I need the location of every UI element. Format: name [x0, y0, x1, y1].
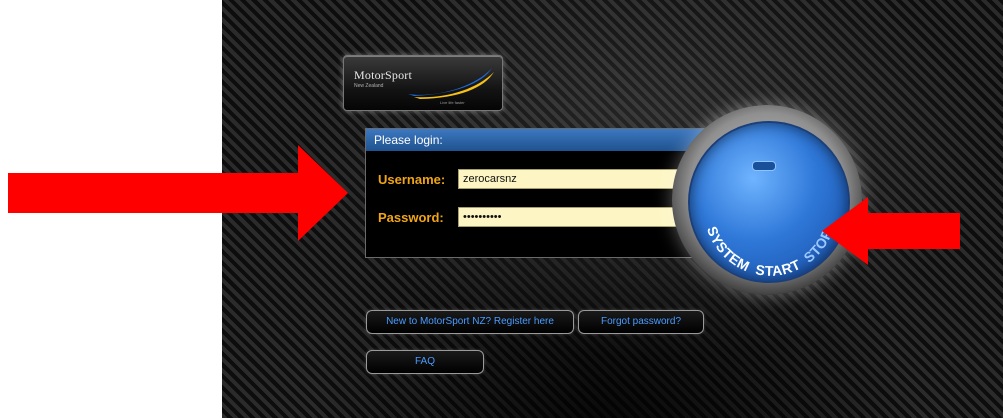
- red-arrow-left-icon: [822, 197, 960, 265]
- logo-title: MotorSport: [354, 68, 413, 82]
- password-label: Password:: [378, 210, 444, 225]
- start-label-start: START: [754, 256, 803, 279]
- motorsport-logo: MotorSport New Zealand Live life faster: [343, 55, 503, 111]
- svg-text:SYSTEM START: SYSTEM START STOP: [704, 224, 835, 279]
- register-button[interactable]: New to MotorSport NZ? Register here: [366, 310, 574, 334]
- start-label-system: SYSTEM: [704, 224, 752, 274]
- swoosh-icon: [408, 68, 494, 99]
- username-label: Username:: [378, 172, 446, 187]
- faq-button[interactable]: FAQ: [366, 350, 484, 374]
- logo-subtitle: New Zealand: [354, 83, 384, 89]
- red-arrow-right-icon: [8, 145, 348, 241]
- logo-tagline: Live life faster: [440, 100, 465, 105]
- forgot-password-button[interactable]: Forgot password?: [578, 310, 704, 334]
